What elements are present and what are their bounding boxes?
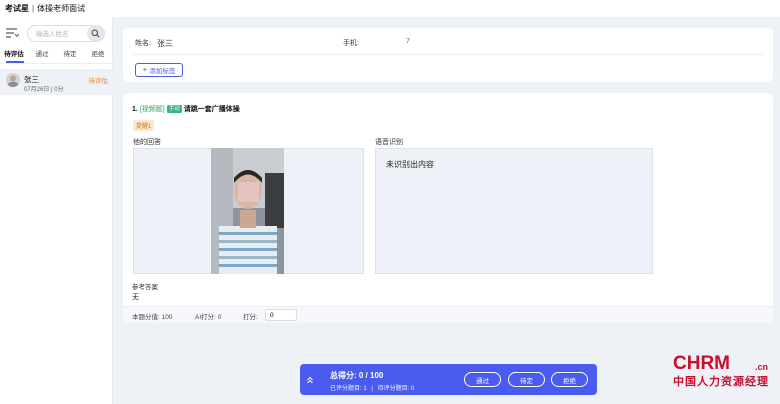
asr-label: 语音识别 [375,139,403,146]
grading-bar: 总得分: 0 / 100 已评分题目: 1 | 待评分题目: 0 通过 待定 拒… [300,364,597,395]
tabs-divider [0,63,113,64]
phone-value: 7 [406,38,410,45]
name-label: 姓名: [135,40,151,47]
question-title: 1. [视频题] 手动 请跳一套广播体操 [132,104,240,114]
ai-score: AI打分: 0 [195,314,222,321]
search-box [27,25,105,42]
score-row: 本题分值: 100 AI打分: 0 打分: [123,306,773,323]
info-divider [133,54,763,55]
search-input[interactable] [36,29,82,39]
search-button[interactable] [87,25,104,42]
chrm-watermark-logo: CHRM .cn 中国人力资源经理 [673,353,769,389]
exam-title: 体操老师面试 [37,4,86,13]
title-separator: | [32,4,35,13]
reminder-tag: 提醒1 [133,120,155,131]
asr-text: 未识别出内容 [386,160,434,169]
scored-count: 已评分题目: 1 [330,386,367,392]
tab-undecided[interactable]: 待定 [56,50,84,63]
asr-panel: 未识别出内容 [375,148,653,274]
score-input[interactable] [265,309,297,321]
reject-button[interactable]: 拒绝 [551,372,588,387]
phone-label: 手机: [343,40,359,47]
pending-button[interactable]: 待定 [508,372,545,387]
score-label: 打分: [243,314,258,321]
app-title: 考试星 [5,4,29,13]
reference-answer-value: 无 [132,294,139,301]
question-text: 请跳一套广播体操 [183,106,240,113]
reference-answer-label: 参考答案 [132,284,158,291]
question-points: 本题分值: 100 [132,314,173,321]
grading-mode-badge: 手动 [166,105,182,113]
question-card: 1. [视频题] 手动 请跳一套广播体操 提醒1 他的回答 语音识别 未识别出内… [123,93,773,323]
avatar [6,73,20,87]
progress-divider: | [371,386,373,392]
candidate-score: 0分 [54,87,64,93]
logo-tagline: 中国人力资源经理 [673,375,769,388]
candidate-meta-divider: | [51,87,53,93]
search-icon [91,29,100,38]
candidate-date: 07月26日 [24,87,50,93]
tab-rejected[interactable]: 拒绝 [84,50,112,63]
sidebar: 待评估 通过 待定 拒绝 张三 07月26日 | 0分 待评估 [0,17,113,404]
chevron-up-icon[interactable] [306,376,314,384]
unscored-count: 待评分题目: 0 [377,386,415,392]
top-bar: 考试星 | 体操老师面试 [0,0,780,17]
add-tag-button[interactable]: + 添加标签 [135,63,183,77]
candidate-list-item[interactable]: 张三 07月26日 | 0分 待评估 [0,69,113,95]
answer-label: 他的回答 [133,139,161,146]
logo-brand: CHRM [673,353,730,374]
add-tag-label: 添加标签 [149,68,176,75]
name-value: 张三 [157,39,173,48]
tab-passed[interactable]: 通过 [28,50,56,63]
grading-progress: 已评分题目: 1 | 待评分题目: 0 [330,383,414,392]
plus-icon: + [142,65,148,74]
question-type: [视频题] [139,106,165,113]
question-number: 1. [132,105,138,113]
logo-domain: .cn [755,362,769,372]
pass-button[interactable]: 通过 [464,372,501,387]
total-score: 总得分: 0 / 100 [330,371,384,380]
candidate-meta: 07月26日 | 0分 [24,84,64,93]
candidate-status: 待评估 [88,78,109,85]
filter-icon[interactable] [6,28,19,38]
answer-video[interactable] [211,148,284,274]
candidate-info-card: 姓名: 张三 手机: 7 + 添加标签 [123,28,773,82]
